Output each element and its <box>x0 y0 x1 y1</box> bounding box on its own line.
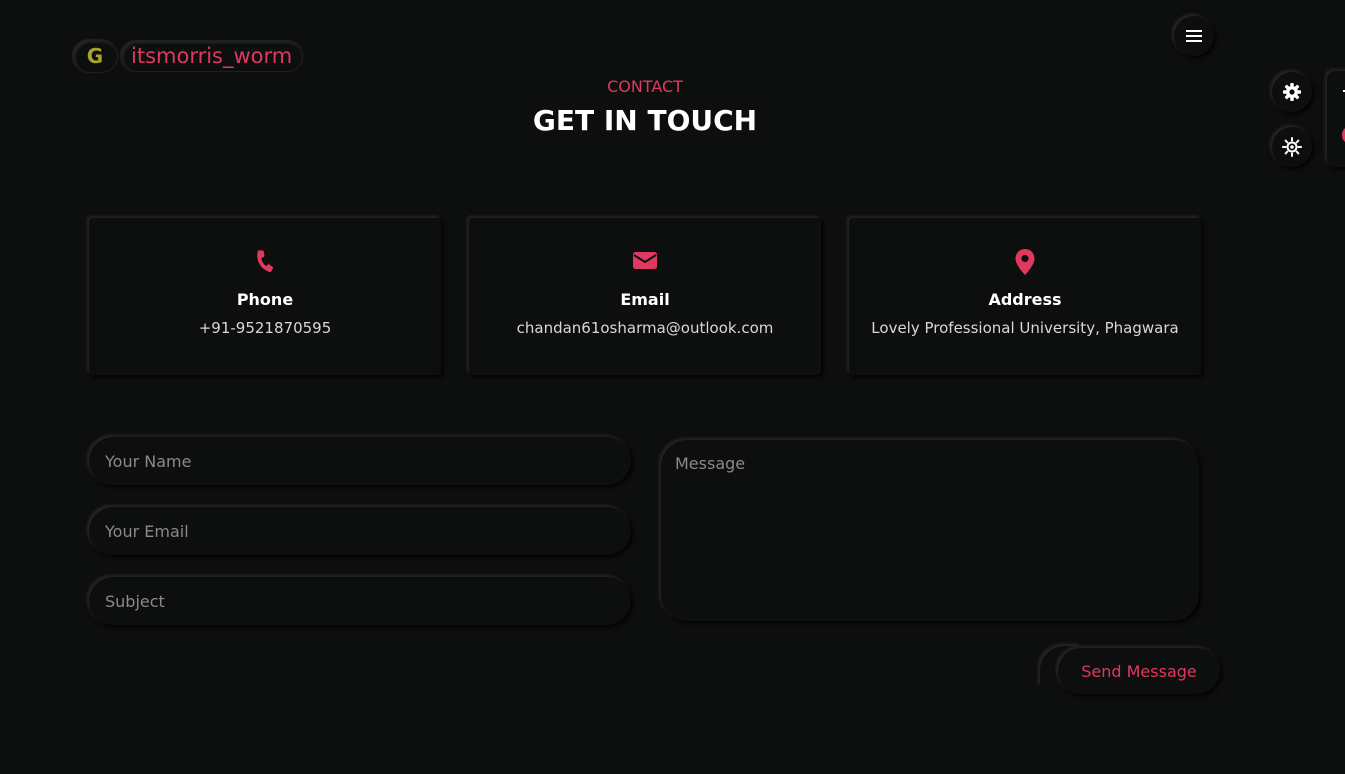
send-message-button[interactable]: Send Message <box>1058 648 1220 694</box>
hamburger-icon <box>1186 30 1202 42</box>
contact-card-address: Address Lovely Professional University, … <box>849 218 1201 375</box>
map-marker-icon <box>849 248 1201 276</box>
logo-letter[interactable]: G <box>73 40 117 72</box>
phone-icon <box>89 248 441 276</box>
section-subtitle: CONTACT <box>607 77 683 96</box>
sun-icon <box>1282 137 1302 157</box>
card-value: Lovely Professional University, Phagwara <box>871 319 1179 337</box>
card-value: +91-9521870595 <box>198 319 332 337</box>
message-textarea[interactable] <box>661 440 1199 621</box>
subject-input[interactable] <box>89 577 631 625</box>
theme-color-panel[interactable] <box>1327 71 1345 167</box>
logo-name[interactable]: itsmorris_worm <box>121 41 302 71</box>
name-input[interactable] <box>89 437 631 485</box>
contact-card-email: Email chandan61osharma@outlook.com <box>469 218 821 375</box>
email-input[interactable] <box>89 507 631 555</box>
envelope-icon <box>469 248 821 276</box>
contact-card-phone: Phone +91-9521870595 <box>89 218 441 375</box>
menu-button[interactable] <box>1174 16 1214 56</box>
card-value: chandan61osharma@outlook.com <box>516 319 774 337</box>
section-title: GET IN TOUCH <box>532 104 758 137</box>
card-label: Address <box>988 290 1062 309</box>
card-label: Phone <box>236 290 294 309</box>
card-label: Email <box>620 290 670 309</box>
